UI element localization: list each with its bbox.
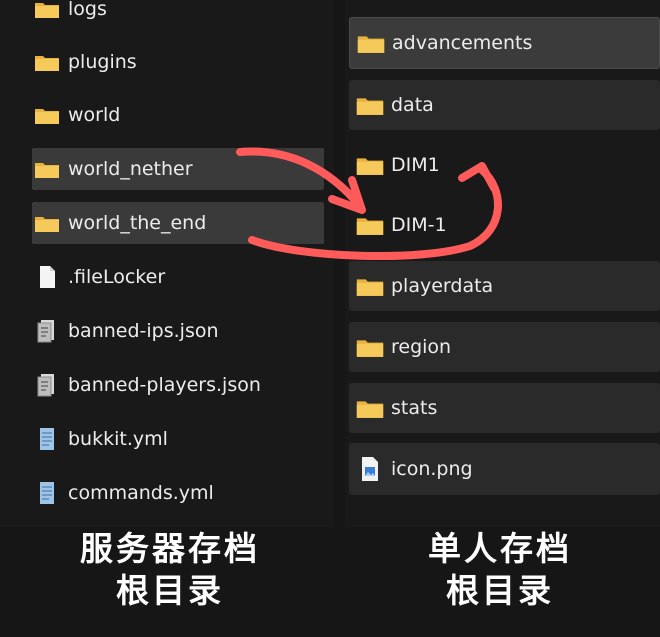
list-item-dim1[interactable]: DIM1: [349, 140, 660, 190]
list-item-dim-minus1[interactable]: DIM-1: [349, 200, 660, 250]
list-item-playerdata[interactable]: playerdata: [349, 261, 660, 311]
list-item-logs[interactable]: logs: [32, 0, 322, 22]
folder-icon: [32, 156, 62, 182]
folder-icon: [355, 152, 385, 178]
list-item-filelocker[interactable]: .fileLocker: [32, 263, 322, 291]
folder-icon: [355, 212, 385, 238]
yml-file-icon: [32, 480, 62, 506]
list-item-world-nether[interactable]: world_nether: [32, 148, 324, 190]
item-label: bukkit.yml: [68, 428, 168, 450]
item-label: banned-players.json: [68, 374, 261, 396]
item-label: world_the_end: [68, 212, 207, 234]
folder-icon: [355, 92, 385, 118]
item-label: DIM-1: [391, 214, 447, 236]
item-label: icon.png: [391, 458, 473, 480]
folder-icon: [32, 210, 62, 236]
folder-icon: [355, 395, 385, 421]
list-item-data[interactable]: data: [349, 80, 660, 130]
item-label: data: [391, 94, 434, 116]
folder-icon: [355, 273, 385, 299]
item-label: world: [68, 104, 121, 126]
item-label: banned-ips.json: [68, 320, 219, 342]
left-caption-line1: 服务器存档: [80, 529, 260, 568]
left-caption: 服务器存档 根目录: [40, 528, 300, 612]
folder-icon: [32, 0, 62, 22]
list-item-stats[interactable]: stats: [349, 383, 660, 433]
item-label: stats: [391, 397, 438, 419]
right-caption-line2: 根目录: [446, 571, 554, 610]
list-item-region[interactable]: region: [349, 322, 660, 372]
list-item-world-the-end[interactable]: world_the_end: [32, 202, 324, 244]
list-item-world[interactable]: world: [32, 101, 322, 129]
item-label: plugins: [68, 51, 137, 73]
json-file-icon: [32, 318, 62, 344]
file-icon: [32, 264, 62, 290]
list-item-commands-yml[interactable]: commands.yml: [32, 479, 322, 507]
json-file-icon: [32, 372, 62, 398]
list-item-icon-png[interactable]: icon.png: [349, 443, 660, 495]
folder-icon: [356, 30, 386, 56]
right-caption: 单人存档 根目录: [370, 528, 630, 612]
item-label: advancements: [392, 32, 533, 54]
folder-icon: [32, 49, 62, 75]
image-file-icon: [355, 456, 385, 482]
server-save-root-panel: logs plugins world world_nether world_th…: [0, 0, 334, 527]
item-label: playerdata: [391, 275, 494, 297]
item-label: world_nether: [68, 158, 193, 180]
left-caption-line2: 根目录: [116, 571, 224, 610]
list-item-bukkit-yml[interactable]: bukkit.yml: [32, 425, 322, 453]
folder-icon: [355, 334, 385, 360]
item-label: DIM1: [391, 154, 440, 176]
item-label: logs: [68, 0, 107, 20]
yml-file-icon: [32, 426, 62, 452]
item-label: region: [391, 336, 452, 358]
item-label: commands.yml: [68, 482, 214, 504]
right-caption-line1: 单人存档: [428, 529, 572, 568]
list-item-advancements[interactable]: advancements: [349, 17, 660, 69]
singleplayer-save-root-panel: advancements data DIM1 DIM-1 playerdata …: [345, 0, 660, 527]
folder-icon: [32, 102, 62, 128]
list-item-plugins[interactable]: plugins: [32, 48, 322, 76]
list-item-banned-players-json[interactable]: banned-players.json: [32, 371, 327, 399]
item-label: .fileLocker: [68, 266, 166, 288]
list-item-banned-ips-json[interactable]: banned-ips.json: [32, 317, 322, 345]
